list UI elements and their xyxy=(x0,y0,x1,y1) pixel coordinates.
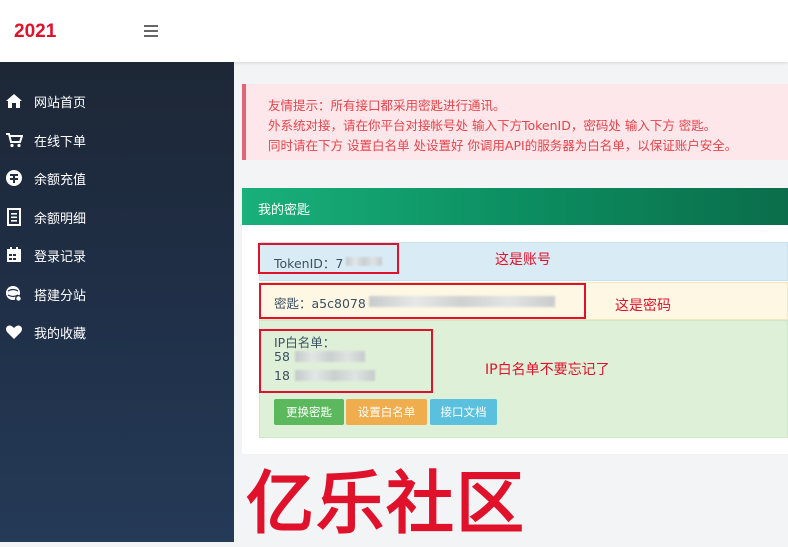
sidebar-item-order[interactable]: 在线下单 xyxy=(0,122,234,158)
set-whitelist-button[interactable]: 设置白名单 xyxy=(346,399,427,425)
top-header: 2021 xyxy=(0,0,788,62)
globe-gear-icon xyxy=(6,286,22,302)
annotation-account: 这是账号 xyxy=(495,252,551,268)
sidebar-item-balance-detail[interactable]: 余额明细 xyxy=(0,199,234,235)
annotation-password: 这是密码 xyxy=(615,298,671,314)
annotation-box-whitelist xyxy=(259,329,433,393)
sidebar-item-label: 网站首页 xyxy=(34,96,87,111)
sidebar-item-label: 在线下单 xyxy=(34,135,87,150)
recharge-icon xyxy=(6,170,22,186)
sidebar-item-label: 搭建分站 xyxy=(34,289,87,304)
heart-icon xyxy=(6,325,22,339)
sidebar-item-login-log[interactable]: 登录记录 xyxy=(0,237,234,273)
hamburger-icon[interactable] xyxy=(144,25,158,37)
notice-line-2: 外系统对接，请在你平台对接帐号处 输入下方TokenID，密码处 输入下方 密匙… xyxy=(268,118,717,133)
list-icon xyxy=(7,208,21,226)
sidebar-item-label: 余额明细 xyxy=(34,212,87,227)
key-card: 我的密匙 TokenID：7 密匙：a5c8078 IP白名单： 58 18 更… xyxy=(242,188,788,454)
change-key-button[interactable]: 更换密匙 xyxy=(274,399,344,425)
key-card-title: 我的密匙 xyxy=(258,203,311,218)
watermark-text: 亿乐社区 xyxy=(246,465,527,544)
annotation-box-password xyxy=(259,283,586,319)
annotation-whitelist: IP白名单不要忘记了 xyxy=(485,362,610,378)
home-icon xyxy=(6,94,22,108)
calendar-icon xyxy=(7,247,21,262)
sidebar-item-label: 我的收藏 xyxy=(34,327,87,342)
sidebar-item-home[interactable]: 网站首页 xyxy=(0,83,234,119)
annotation-box-account xyxy=(258,243,399,274)
sidebar-item-label: 登录记录 xyxy=(34,250,87,265)
notice-line-1: 友情提示：所有接口都采用密匙进行通讯。 xyxy=(268,98,506,113)
sidebar-item-label: 余额充值 xyxy=(34,173,87,188)
notice-alert: 友情提示：所有接口都采用密匙进行通讯。 外系统对接，请在你平台对接帐号处 输入下… xyxy=(242,84,788,160)
api-docs-button[interactable]: 接口文档 xyxy=(430,399,497,425)
sidebar: 网站首页 在线下单 余额充值 余额明细 登录记录 搭建分站 我的收藏 xyxy=(0,62,234,542)
sidebar-item-recharge[interactable]: 余额充值 xyxy=(0,160,234,196)
sidebar-item-build-site[interactable]: 搭建分站 xyxy=(0,276,234,312)
cart-icon xyxy=(6,133,23,148)
notice-line-3: 同时请在下方 设置白名单 处设置好 你调用API的服务器为白名单，以保证账户安全… xyxy=(268,138,738,153)
key-card-header: 我的密匙 xyxy=(242,188,788,225)
sidebar-item-favorites[interactable]: 我的收藏 xyxy=(0,314,234,350)
brand-logo[interactable]: 2021 xyxy=(14,21,56,43)
